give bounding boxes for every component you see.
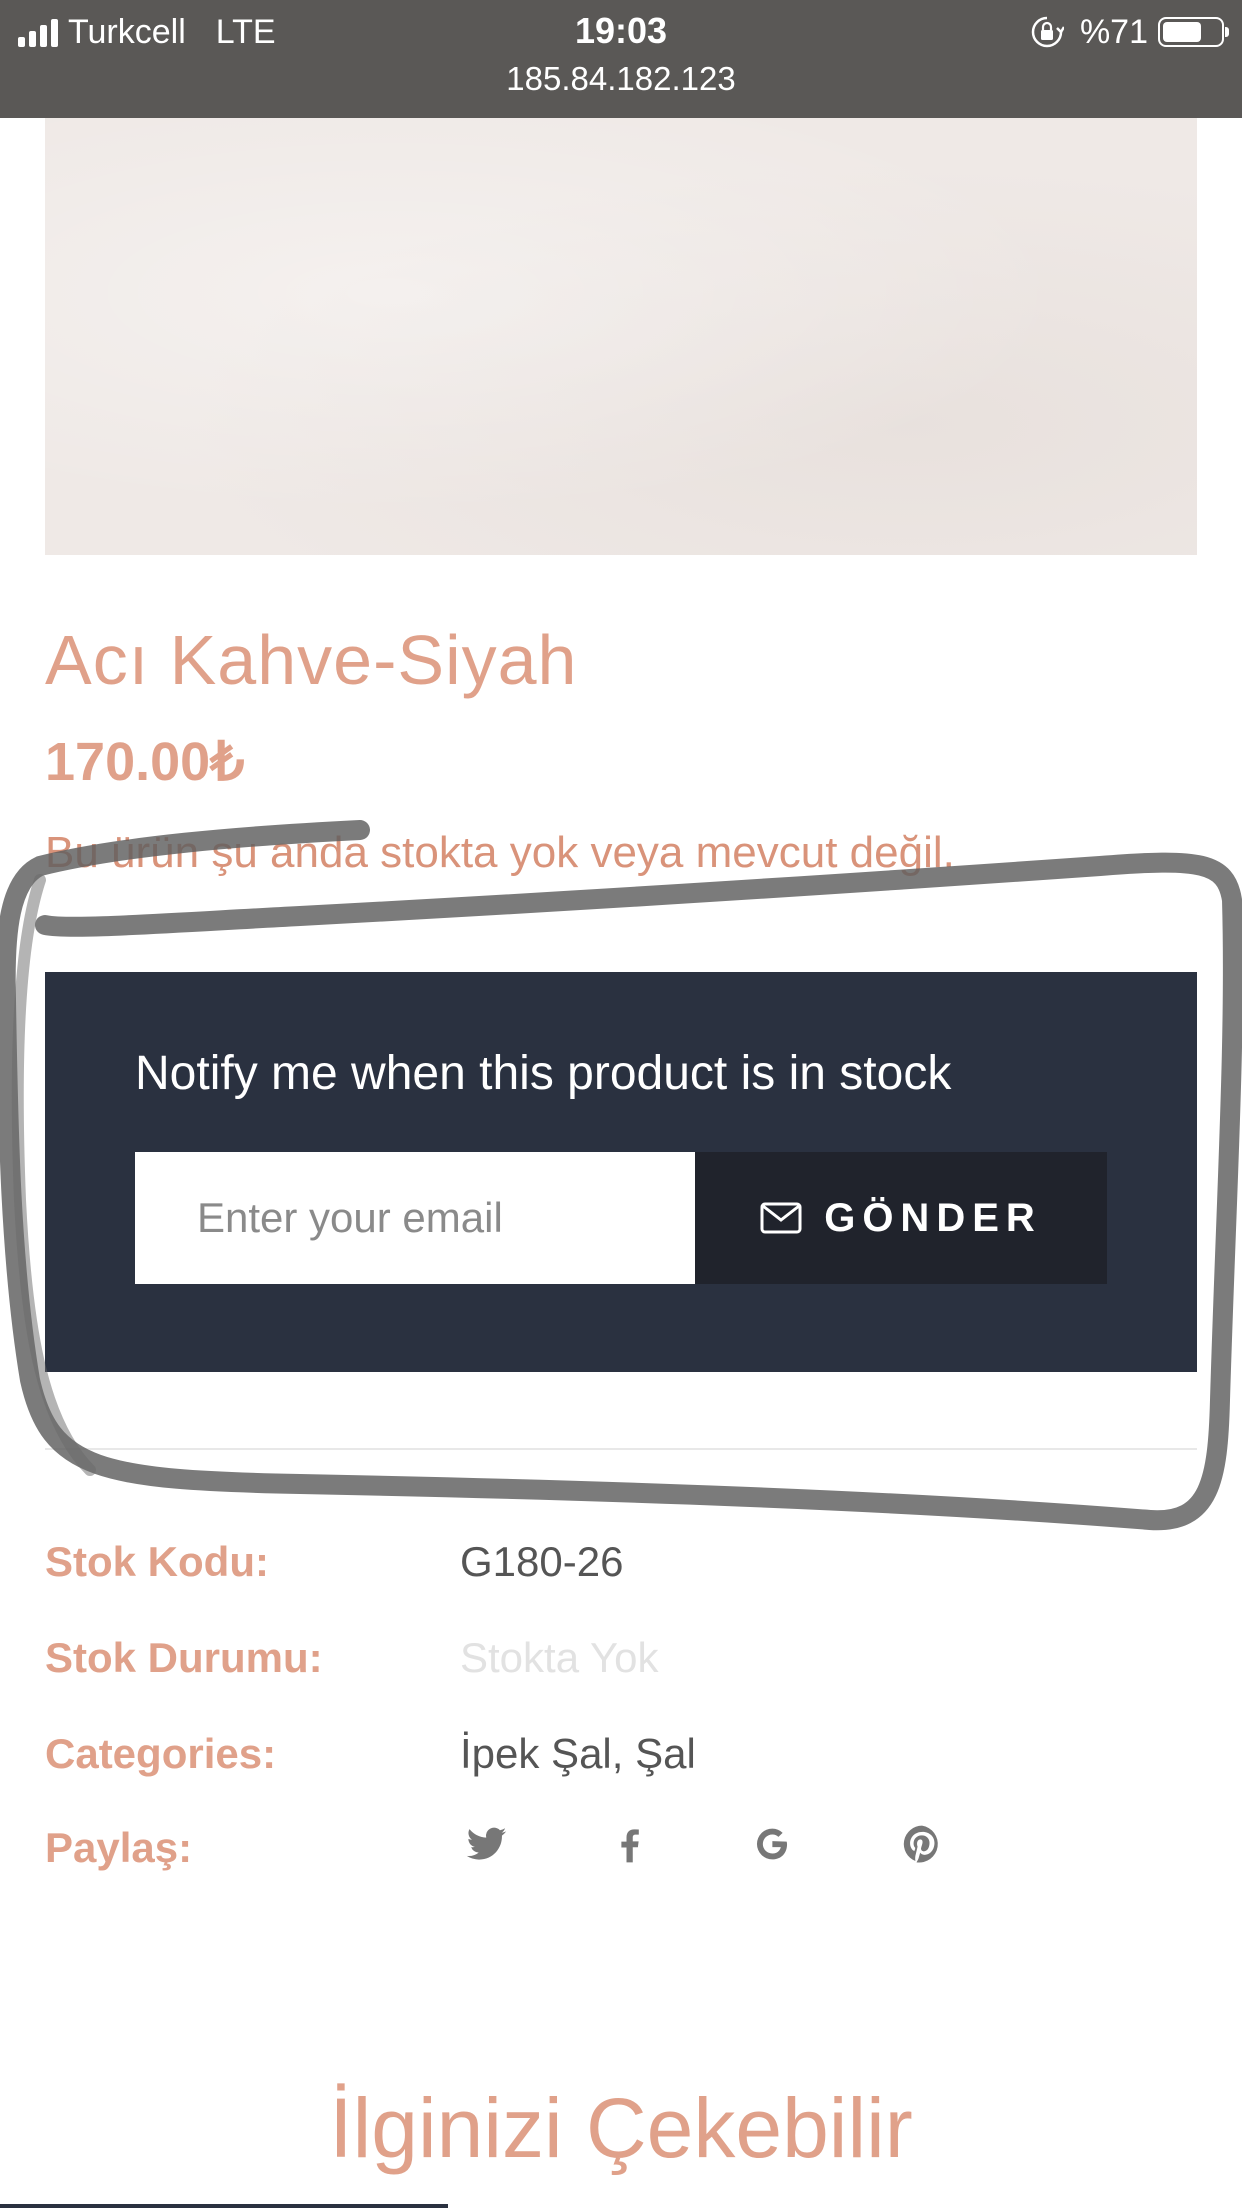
send-button-label: GÖNDER — [824, 1195, 1042, 1240]
twitter-icon[interactable] — [464, 1822, 508, 1866]
mail-icon — [760, 1202, 802, 1234]
related-products-title: İlginizi Çekebilir — [329, 2081, 913, 2175]
status-right: %71 — [1030, 12, 1229, 52]
product-title: Acı Kahve-Siyah — [45, 621, 578, 699]
share-label: Paylaş: — [45, 1824, 193, 1871]
tab-indicator — [0, 2204, 448, 2208]
notify-heading: Notify me when this product is in stock — [135, 1047, 952, 1100]
battery-fill — [1163, 22, 1202, 42]
categories-value[interactable]: İpek Şal, Şal — [460, 1730, 696, 1778]
url-bar[interactable]: 185.84.182.123 — [0, 60, 1242, 98]
facebook-icon[interactable] — [608, 1822, 652, 1866]
divider — [45, 1448, 1197, 1450]
battery-icon — [1158, 17, 1229, 47]
stock-status-value: Stokta Yok — [460, 1634, 659, 1681]
sku-value: G180-26 — [460, 1538, 624, 1585]
rotation-lock-icon — [1031, 16, 1064, 48]
google-icon[interactable] — [750, 1822, 794, 1866]
categories-label: Categories: — [45, 1730, 277, 1777]
sku-label: Stok Kodu: — [45, 1538, 269, 1585]
pinterest-icon[interactable] — [900, 1822, 944, 1866]
status-bar: Turkcell LTE 19:03 185.84.182.123 %71 — [0, 0, 1242, 118]
send-button[interactable]: GÖNDER — [695, 1152, 1107, 1284]
out-of-stock-message: Bu ürün şu anda stokta yok veya mevcut d… — [45, 828, 955, 877]
stock-status-label: Stok Durumu: — [45, 1634, 323, 1681]
product-price: 170.00₺ — [45, 732, 245, 792]
battery-percent: %71 — [1079, 12, 1148, 51]
email-input[interactable] — [135, 1152, 695, 1284]
product-image[interactable] — [45, 118, 1197, 555]
notify-stock-panel: Notify me when this product is in stock … — [45, 972, 1197, 1372]
